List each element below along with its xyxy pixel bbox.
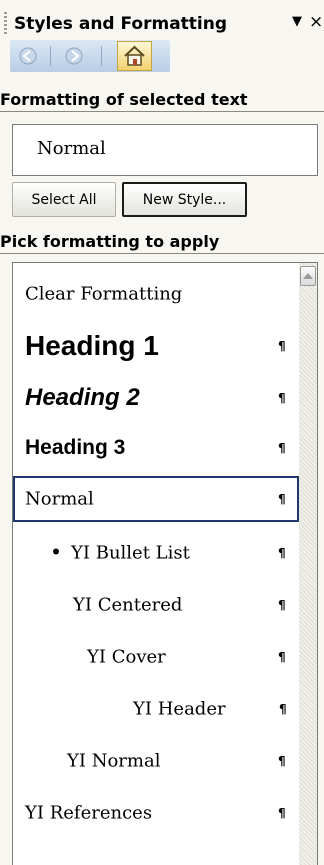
style-item-label: YI Header (133, 698, 226, 720)
style-item-label: Heading 3 (25, 436, 126, 459)
styles-list[interactable]: Clear Formatting Heading 1 ¶ Heading 2 ¶… (12, 262, 318, 865)
style-item-label: YI Normal (67, 750, 161, 772)
paragraph-mark-icon: ¶ (278, 754, 286, 768)
forward-arrow-icon[interactable] (60, 43, 88, 69)
selected-text-section-label: Formatting of selected text (0, 90, 248, 109)
paragraph-mark-icon: ¶ (278, 598, 286, 612)
style-item-yi-normal[interactable]: YI Normal ¶ (13, 738, 299, 784)
nav-separator (50, 46, 51, 66)
home-icon[interactable] (117, 41, 152, 71)
style-item-label: Heading 1 (25, 330, 159, 361)
style-item-label: Heading 2 (25, 384, 140, 411)
pane-menu-dropdown-icon[interactable]: ▼ (292, 14, 302, 29)
paragraph-mark-icon: ¶ (278, 650, 286, 664)
current-style-name: Normal (37, 138, 106, 159)
styles-list-items: Clear Formatting Heading 1 ¶ Heading 2 ¶… (13, 263, 300, 865)
pick-formatting-section-label: Pick formatting to apply (0, 232, 220, 251)
style-item-label-wrap: YI Bullet List (53, 543, 190, 564)
style-item-yi-references[interactable]: YI References ¶ (13, 790, 299, 836)
current-style-box[interactable]: Normal (12, 124, 318, 176)
back-arrow-icon[interactable] (14, 43, 42, 69)
style-item-yi-centered[interactable]: YI Centered ¶ (13, 582, 299, 628)
style-item-heading-1[interactable]: Heading 1 ¶ (13, 323, 299, 369)
style-item-heading-3[interactable]: Heading 3 ¶ (13, 425, 299, 471)
scroll-up-arrow-icon[interactable] (300, 266, 316, 286)
style-item-label: Clear Formatting (25, 283, 183, 305)
pane-title: Styles and Formatting (14, 14, 228, 34)
style-item-label: YI Centered (73, 594, 183, 616)
bullet-icon (53, 548, 59, 555)
drag-grip-icon[interactable] (4, 12, 7, 34)
style-item-label: YI Bullet List (71, 542, 190, 564)
style-item-clear-formatting[interactable]: Clear Formatting (13, 271, 299, 317)
style-item-label: Normal (25, 488, 94, 510)
new-style-button[interactable]: New Style... (122, 182, 247, 217)
style-item-label: YI Cover (87, 646, 166, 668)
style-item-normal[interactable]: Normal ¶ (13, 476, 299, 522)
select-all-button[interactable]: Select All (12, 182, 116, 217)
style-item-yi-header[interactable]: YI Header ¶ (13, 686, 299, 732)
paragraph-mark-icon: ¶ (278, 492, 286, 506)
style-item-label: YI References (25, 802, 153, 824)
paragraph-mark-icon: ¶ (278, 339, 286, 353)
style-item-yi-cover[interactable]: YI Cover ¶ (13, 634, 299, 680)
section-divider (0, 111, 324, 112)
section-divider (0, 253, 324, 254)
nav-separator (101, 46, 102, 66)
paragraph-mark-icon: ¶ (278, 806, 286, 820)
paragraph-mark-icon: ¶ (278, 546, 286, 560)
paragraph-mark-icon: ¶ (278, 441, 286, 455)
paragraph-mark-icon: ¶ (278, 391, 286, 405)
pane-title-bar: Styles and Formatting ▼ × (0, 0, 324, 40)
style-item-yi-bullet-list[interactable]: YI Bullet List ¶ (13, 530, 299, 576)
style-item-heading-2[interactable]: Heading 2 ¶ (13, 375, 299, 421)
close-icon[interactable]: × (309, 12, 323, 32)
pane-navigation-bar (10, 40, 170, 72)
styles-list-scrollbar[interactable] (299, 263, 317, 865)
paragraph-mark-icon: ¶ (279, 702, 287, 716)
